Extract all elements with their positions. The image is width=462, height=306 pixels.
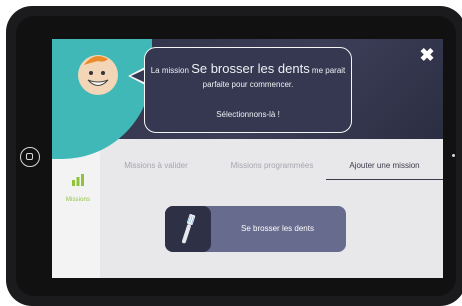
camera-dot [452,154,455,157]
sidebar-item-label: Missions [65,197,91,203]
home-button[interactable] [20,147,40,167]
bubble-mission-name: Se brosser les dents [191,61,310,76]
bubble-line-3: Sélectionnons-là ! [216,110,280,119]
tab-missions-to-validate[interactable]: Missions à valider [116,157,196,179]
close-icon[interactable]: ✖ [418,46,436,64]
bubble-suffix: me parait [309,66,346,75]
bubble-line-2: parfaite pour commencer. [202,80,294,89]
bubble-line-1: La mission Se brosser les dents me parai… [145,61,351,76]
mascot-avatar [78,55,118,95]
bubble-prefix: La mission [150,66,192,75]
mission-card-brush-teeth[interactable]: Se brosser les dents [165,206,346,252]
toothbrush-icon [181,214,196,244]
tab-add-mission[interactable]: Ajouter une mission [326,157,443,180]
mission-icon-tile [165,206,211,252]
tab-bar: Missions à valider Missions programmées … [102,157,443,180]
sidebar-item-missions[interactable]: Missions [58,174,98,206]
tab-scheduled-missions[interactable]: Missions programmées [224,157,320,179]
app-screen: ✖ La mission Se brosser les dents me par… [52,39,443,278]
bar-chart-icon [71,174,85,186]
mission-card-label: Se brosser les dents [241,224,314,233]
speech-bubble: La mission Se brosser les dents me parai… [144,47,352,133]
